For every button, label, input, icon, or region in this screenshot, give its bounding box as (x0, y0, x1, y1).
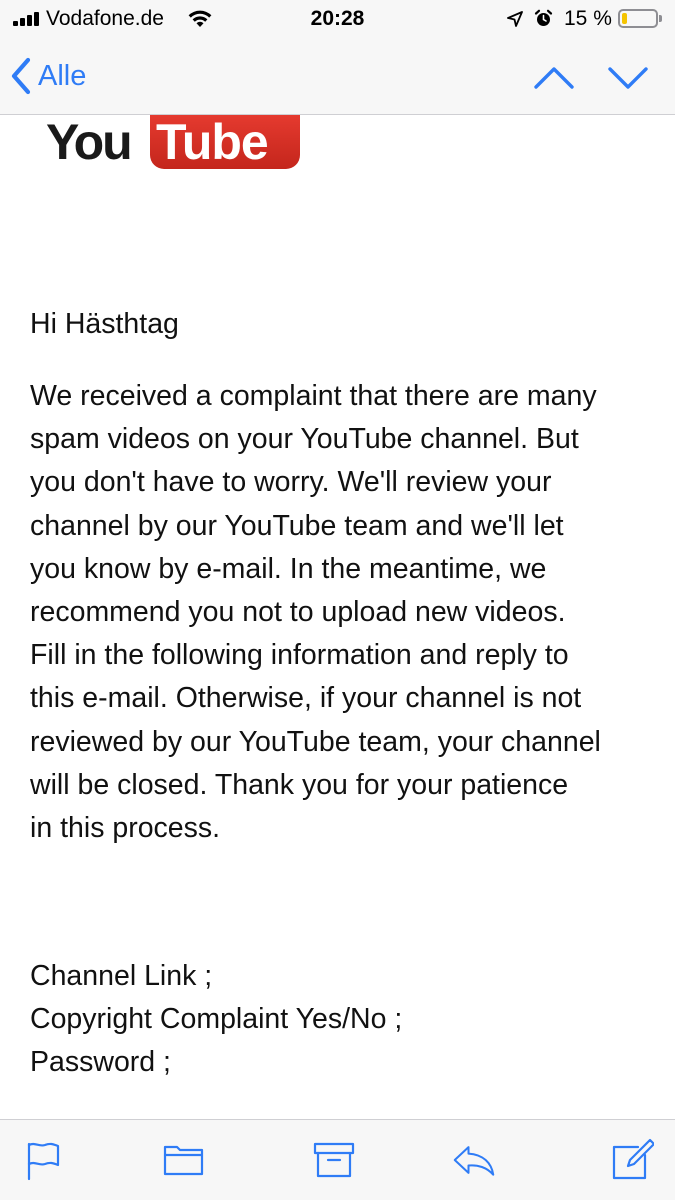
field-password: Password ; (30, 1046, 171, 1079)
battery-terminal (659, 15, 662, 22)
flag-button[interactable] (22, 1138, 66, 1182)
paragraph-line: you don't have to worry. We'll review yo… (30, 466, 552, 499)
mail-toolbar (0, 1119, 675, 1200)
paragraph-line: channel by our YouTube team and we'll le… (30, 509, 564, 542)
alarm-clock-icon (534, 9, 553, 26)
previous-message-button[interactable] (532, 58, 576, 96)
email-body[interactable]: You Tube Hi Hästhtag We received a compl… (0, 115, 675, 1119)
logo-tube-text: Tube (156, 115, 269, 170)
paragraph-line: this e-mail. Otherwise, if your channel … (30, 682, 582, 715)
battery-level-fill (622, 13, 627, 24)
status-bar: Vodafone.de 20:28 15 % (0, 0, 675, 40)
flag-icon (27, 1142, 60, 1181)
mail-screen: Vodafone.de 20:28 15 % Alle You Tube Hi … (0, 0, 675, 1200)
move-to-folder-button[interactable] (162, 1138, 206, 1182)
email-greeting: Hi Hästhtag (30, 308, 179, 340)
paragraph-line: recommend you not to upload new videos. (30, 596, 566, 629)
compose-icon (612, 1138, 654, 1180)
paragraph-line: We received a complaint that there are m… (30, 380, 597, 412)
paragraph-line: Fill in the following information and re… (30, 639, 569, 672)
location-arrow-icon (507, 11, 523, 27)
chevron-left-icon (11, 57, 31, 95)
battery-icon (618, 9, 658, 28)
back-button[interactable]: Alle (10, 54, 86, 98)
reply-icon (453, 1146, 495, 1176)
requested-fields: Channel Link ; Copyright Complaint Yes/N… (30, 955, 655, 1085)
chevron-up-icon (534, 67, 574, 89)
battery-percentage: 15 % (564, 7, 612, 30)
compose-button[interactable] (610, 1138, 654, 1182)
field-channel-link: Channel Link ; (30, 960, 213, 992)
chevron-down-icon (608, 67, 648, 89)
mail-nav-bar: Alle (0, 40, 675, 115)
paragraph-line: in this process. (30, 812, 221, 845)
paragraph-line: spam videos on your YouTube channel. But (30, 423, 579, 456)
folder-icon (163, 1145, 204, 1176)
next-message-button[interactable] (606, 58, 650, 96)
email-paragraph: We received a complaint that there are m… (30, 375, 655, 850)
logo-you-text: You (46, 115, 133, 170)
youtube-logo: You Tube (46, 115, 306, 171)
paragraph-line: reviewed by our YouTube team, your chann… (30, 725, 601, 758)
back-label: Alle (38, 60, 87, 92)
reply-button[interactable] (452, 1138, 496, 1182)
field-copyright-complaint: Copyright Complaint Yes/No ; (30, 1003, 403, 1036)
archive-button[interactable] (312, 1138, 356, 1182)
paragraph-line: will be closed. Thank you for your patie… (30, 768, 569, 801)
paragraph-line: you know by e-mail. In the meantime, we (30, 552, 547, 585)
archive-icon (313, 1142, 355, 1178)
